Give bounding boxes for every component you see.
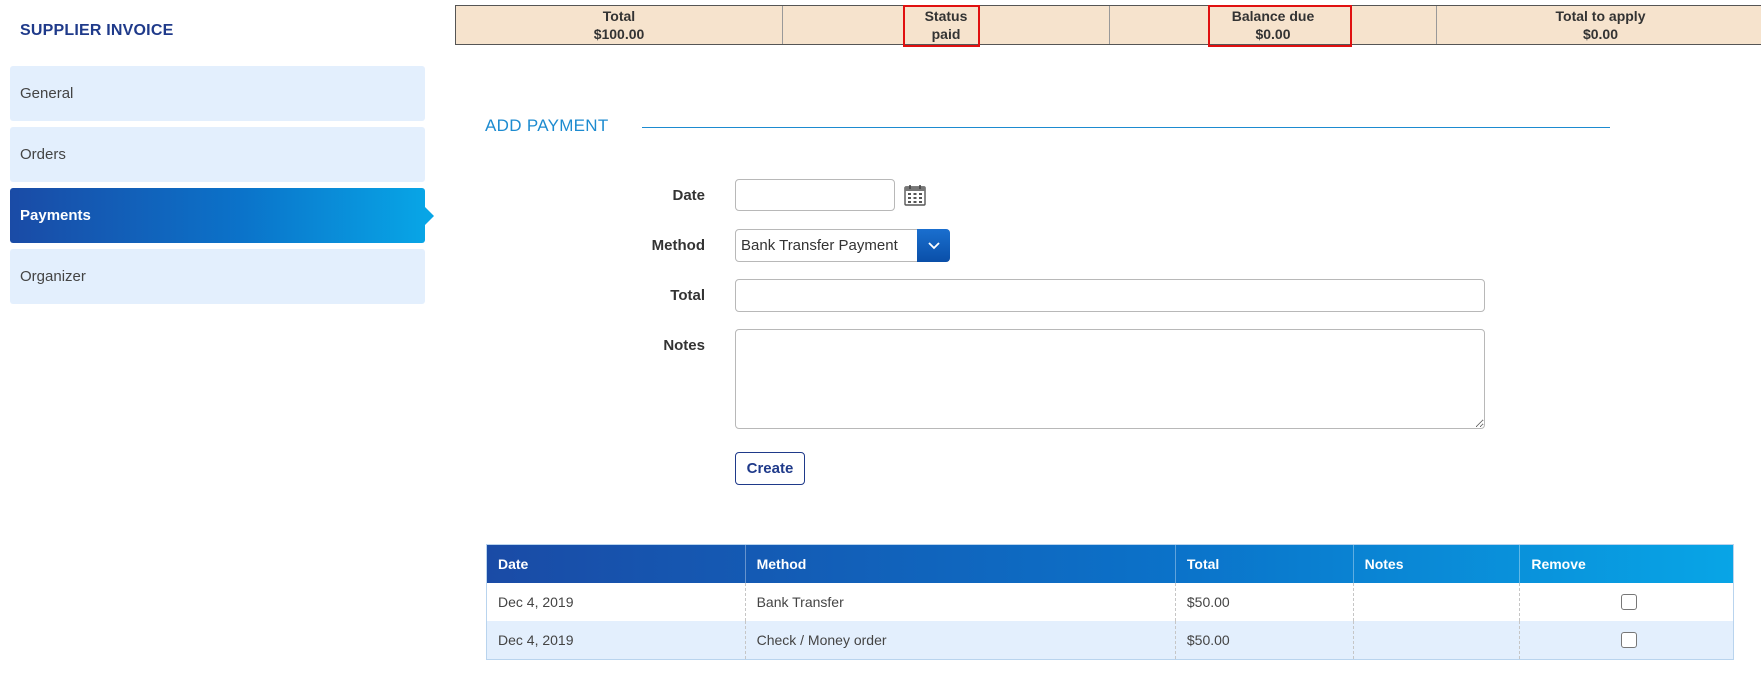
sidebar-item-label: Organizer <box>20 268 86 285</box>
notes-textarea[interactable] <box>735 329 1485 429</box>
method-select[interactable]: Bank Transfer Payment <box>735 229 950 262</box>
invoice-summary-bar: Total $100.00 Status paid Balance due $0… <box>455 5 1761 47</box>
cell-method: Check / Money order <box>746 621 1176 659</box>
column-header-method: Method <box>746 545 1176 583</box>
payments-table: Date Method Total Notes Remove Dec 4, 20… <box>486 544 1734 660</box>
balance-highlight-box <box>1208 5 1352 47</box>
column-header-total: Total <box>1176 545 1354 583</box>
summary-apply-value: $0.00 <box>1582 26 1619 42</box>
cell-remove <box>1520 621 1733 659</box>
cell-notes <box>1354 621 1521 659</box>
date-input[interactable] <box>735 179 895 211</box>
cell-method: Bank Transfer <box>746 583 1176 621</box>
summary-apply-label: Total to apply <box>1555 8 1646 24</box>
summary-total-label: Total <box>602 8 636 24</box>
method-selected-value: Bank Transfer Payment <box>741 237 898 254</box>
remove-checkbox[interactable] <box>1621 632 1638 648</box>
sidebar-title: SUPPLIER INVOICE <box>20 22 174 39</box>
calendar-icon[interactable] <box>904 184 926 206</box>
add-payment-title: ADD PAYMENT <box>485 116 609 135</box>
table-row: Dec 4, 2019 Check / Money order $50.00 <box>487 621 1733 659</box>
section-divider <box>642 127 1610 128</box>
summary-total: Total $100.00 <box>456 6 783 44</box>
table-header: Date Method Total Notes Remove <box>487 545 1733 583</box>
status-highlight-box <box>903 5 980 47</box>
sidebar-item-label: General <box>20 85 74 102</box>
table-row: Dec 4, 2019 Bank Transfer $50.00 <box>487 583 1733 621</box>
cell-total: $50.00 <box>1176 621 1354 659</box>
cell-notes <box>1354 583 1521 621</box>
summary-status: Status paid <box>783 5 1110 47</box>
sidebar-item-label: Payments <box>20 207 91 224</box>
remove-checkbox[interactable] <box>1621 594 1638 610</box>
page: SUPPLIER INVOICE General Orders Payments… <box>0 0 1761 681</box>
sidebar-item-orders[interactable]: Orders <box>10 127 425 182</box>
summary-total-to-apply: Total to apply $0.00 <box>1437 6 1761 44</box>
chevron-down-icon[interactable] <box>917 229 950 262</box>
column-header-remove: Remove <box>1531 556 1586 572</box>
date-label: Date <box>672 187 705 204</box>
sidebar-item-general[interactable]: General <box>10 66 425 121</box>
cell-total: $50.00 <box>1176 583 1354 621</box>
notes-label: Notes <box>663 337 705 354</box>
summary-total-value: $100.00 <box>593 26 645 42</box>
cell-date: Dec 4, 2019 <box>487 583 746 621</box>
total-input[interactable] <box>735 279 1485 312</box>
sidebar-item-label: Orders <box>20 146 66 163</box>
column-header-notes: Notes <box>1354 545 1521 583</box>
total-label: Total <box>670 287 705 304</box>
sidebar-item-organizer[interactable]: Organizer <box>10 249 425 304</box>
sidebar-item-payments[interactable]: Payments <box>10 188 434 243</box>
column-header-date: Date <box>487 545 746 583</box>
create-button[interactable]: Create <box>735 452 805 485</box>
method-label: Method <box>651 237 705 254</box>
cell-remove <box>1520 583 1733 621</box>
active-indicator-arrow <box>425 206 434 225</box>
cell-date: Dec 4, 2019 <box>487 621 746 659</box>
summary-balance-due: Balance due $0.00 <box>1110 5 1437 47</box>
